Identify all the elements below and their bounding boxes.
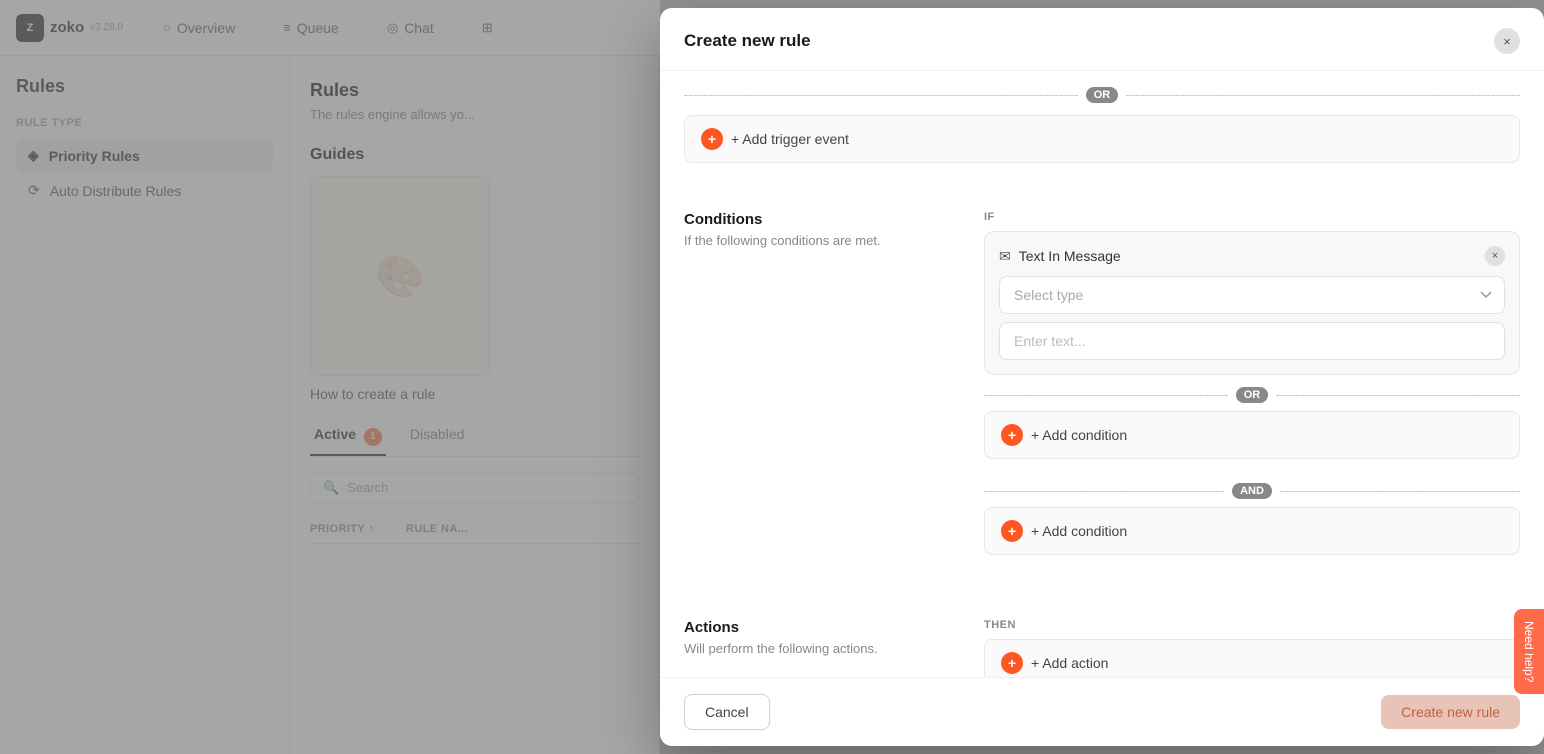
create-rule-modal: Create new rule × OR + + Add trigger eve…: [660, 8, 1544, 746]
conditions-and-divider: AND: [984, 483, 1520, 499]
modal-footer: Cancel Create new rule: [660, 677, 1544, 746]
conditions-and-badge: AND: [1232, 483, 1272, 499]
condition-header: ✉ Text In Message ×: [999, 246, 1505, 266]
actions-label-col: Actions Will perform the following actio…: [684, 619, 984, 658]
cond-or-right: [1276, 395, 1520, 396]
condition-text-input[interactable]: [999, 322, 1505, 360]
condition-type: ✉ Text In Message: [999, 248, 1121, 265]
modal-title: Create new rule: [684, 31, 811, 51]
conditions-content-col: IF ✉ Text In Message × Select type: [984, 211, 1520, 579]
actions-section: Actions Will perform the following actio…: [660, 595, 1544, 677]
trigger-or-divider: OR: [684, 87, 1520, 103]
modal-header: Create new rule ×: [660, 8, 1544, 71]
actions-description: Will perform the following actions.: [684, 640, 960, 658]
select-type-dropdown[interactable]: Select type: [999, 276, 1505, 314]
add-trigger-button[interactable]: + + Add trigger event: [684, 115, 1520, 163]
trigger-section: OR + + Add trigger event: [660, 71, 1544, 163]
conditions-section: Conditions If the following conditions a…: [660, 187, 1544, 579]
conditions-or-divider: OR: [984, 387, 1520, 403]
trigger-or-badge: OR: [1086, 87, 1119, 103]
need-help-button[interactable]: Need help?: [1514, 609, 1544, 694]
if-label: IF: [984, 211, 1520, 223]
add-condition-or-icon: +: [1001, 424, 1023, 446]
add-condition-and-label: + Add condition: [1031, 523, 1127, 539]
create-rule-button[interactable]: Create new rule: [1381, 695, 1520, 729]
cond-and-left: [984, 491, 1224, 492]
cond-or-left: [984, 395, 1228, 396]
conditions-or-badge: OR: [1236, 387, 1269, 403]
cancel-button[interactable]: Cancel: [684, 694, 770, 730]
modal-body: OR + + Add trigger event Conditions If t…: [660, 71, 1544, 677]
actions-content-col: THEN + + Add action: [984, 619, 1520, 677]
add-trigger-label: + Add trigger event: [731, 131, 849, 147]
or-line-left: [684, 95, 1078, 96]
condition-remove-button[interactable]: ×: [1485, 246, 1505, 266]
add-trigger-icon: +: [701, 128, 723, 150]
add-condition-and-button[interactable]: + + Add condition: [984, 507, 1520, 555]
conditions-label-col: Conditions If the following conditions a…: [684, 211, 984, 250]
condition-block-1: ✉ Text In Message × Select type: [984, 231, 1520, 375]
or-line-right: [1126, 95, 1520, 96]
add-action-icon: +: [1001, 652, 1023, 674]
condition-type-label: Text In Message: [1019, 248, 1121, 264]
conditions-title: Conditions: [684, 211, 960, 228]
add-condition-and-icon: +: [1001, 520, 1023, 542]
add-condition-or-button[interactable]: + + Add condition: [984, 411, 1520, 459]
cond-and-right: [1280, 491, 1520, 492]
message-icon: ✉: [999, 248, 1011, 265]
condition-remove-icon: ×: [1492, 250, 1498, 262]
conditions-description: If the following conditions are met.: [684, 232, 960, 250]
add-condition-or-label: + Add condition: [1031, 427, 1127, 443]
add-action-label: + Add action: [1031, 655, 1108, 671]
modal-close-button[interactable]: ×: [1494, 28, 1520, 54]
add-action-button[interactable]: + + Add action: [984, 639, 1520, 677]
actions-title: Actions: [684, 619, 960, 636]
then-label: THEN: [984, 619, 1520, 631]
